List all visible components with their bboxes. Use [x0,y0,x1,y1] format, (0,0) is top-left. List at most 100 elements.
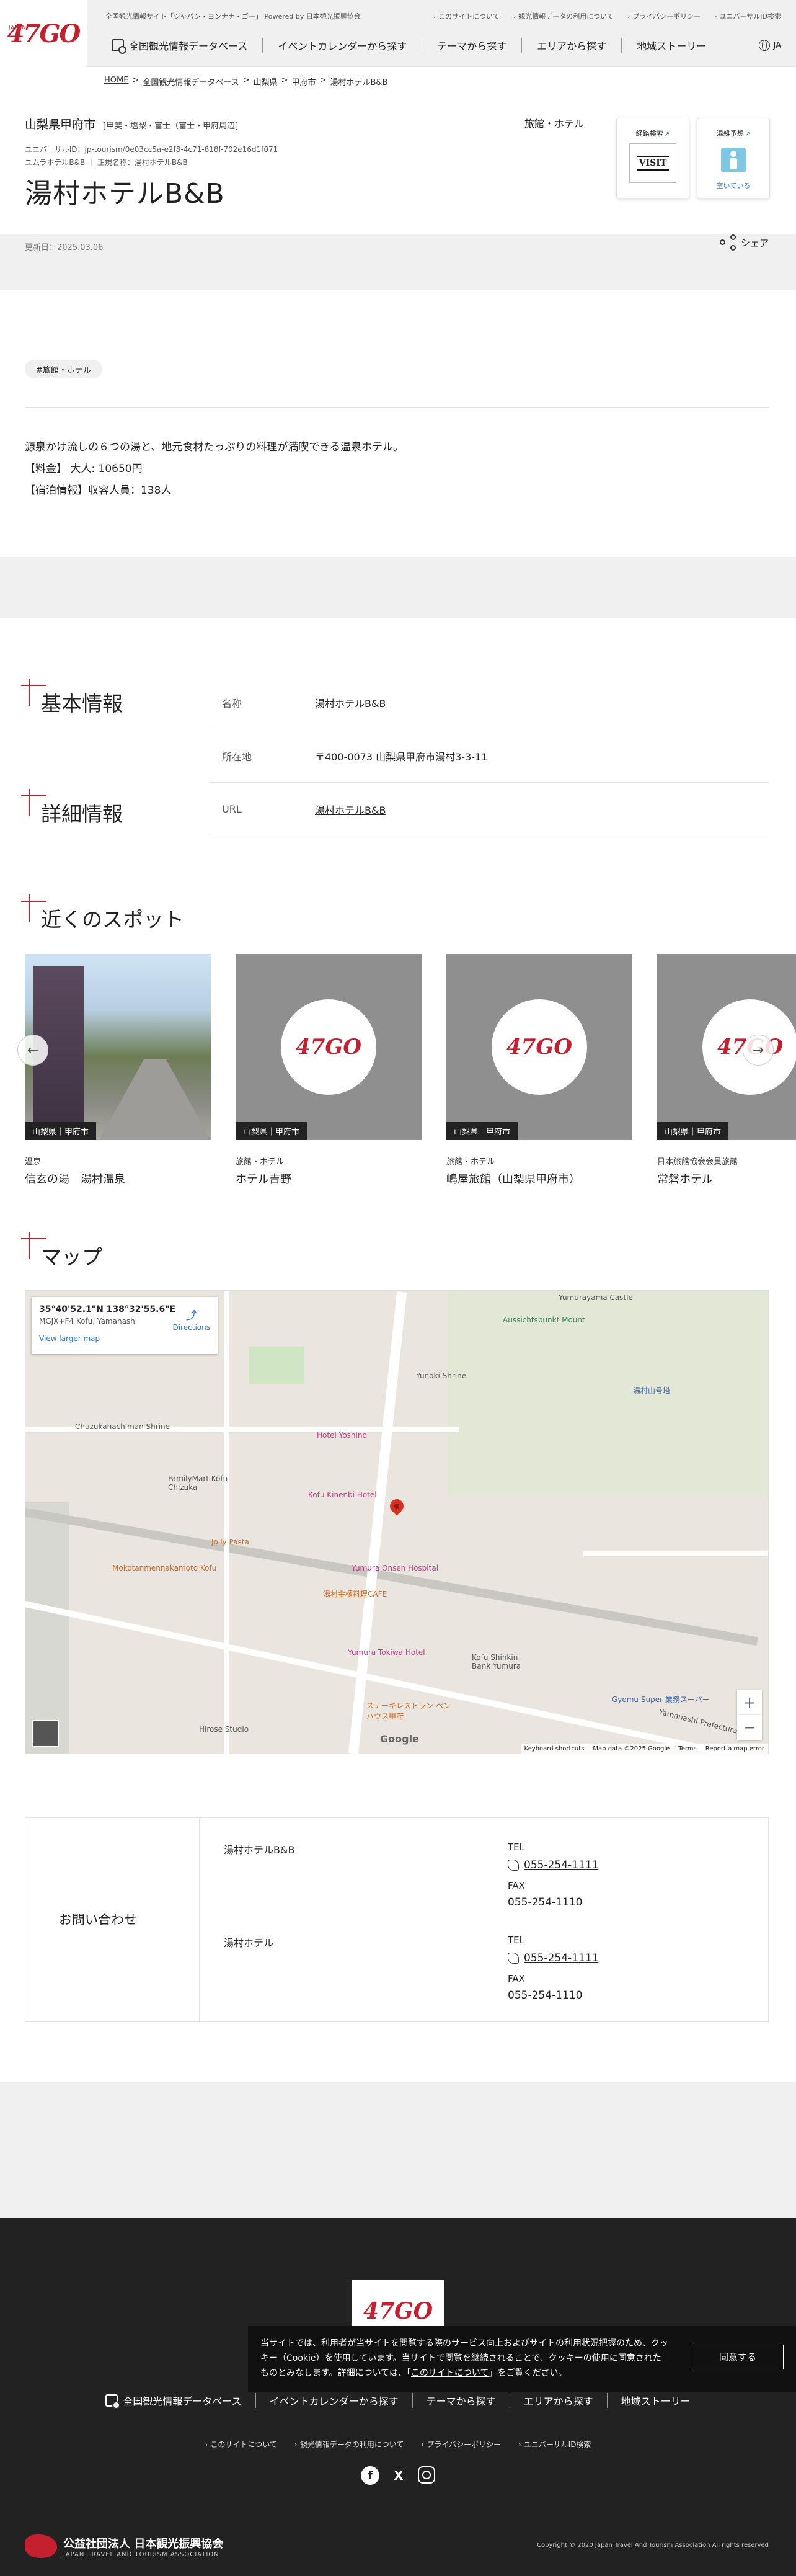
footer-nav-area[interactable]: エリアから探す [510,2393,608,2408]
footer-nav-story[interactable]: 地域ストーリー [608,2393,704,2408]
x-icon[interactable]: X [389,2466,408,2485]
map-label: Gyomu Super 業務スーパー [612,1695,710,1704]
site-logo[interactable]: JAPAN 47GO [0,0,87,67]
section-band [0,557,796,618]
footer-link-data-usage[interactable]: 観光情報データの利用について [294,2439,404,2449]
nearby-card[interactable]: 47GO 山梨県｜甲府市 旅館・ホテル 嶋屋旅館（山梨県甲府市） [446,954,632,1187]
contact-name: 湯村ホテルB&B [224,1844,295,1856]
facebook-icon[interactable]: f [361,2466,379,2485]
nearby-card-area: 山梨県｜甲府市 [446,1122,518,1140]
nav-event-calendar[interactable]: イベントカレンダーから探す [263,38,423,53]
fax-label: FAX [508,1973,525,1984]
info-row-url: URL 湯村ホテルB&B [210,783,769,836]
info-value: 湯村ホテルB&B [315,697,386,710]
visit-logo-text: VISIT [636,156,670,171]
keyboard-shortcuts-link[interactable]: Keyboard shortcuts [524,1745,585,1752]
nearby-card-category: 旅館・ホテル [446,1157,495,1167]
carousel-prev-button[interactable]: ← [17,1035,48,1066]
terms-link[interactable]: Terms [678,1745,696,1752]
route-search-badge[interactable]: 経路検索 VISIT [616,118,689,198]
tel-link[interactable]: 055-254-1111 [508,1859,598,1871]
updated-date: 更新日：2025.03.06 [25,243,104,252]
map-info-box: 35°40'52.1"N 138°32'55.6"E MGJX+F4 Kofu,… [32,1297,218,1354]
share-button[interactable]: シェア [719,234,769,251]
nearby-card-category: 旅館・ホテル [236,1157,285,1167]
directions-button[interactable]: ⤴ Directions [173,1307,210,1332]
nearby-card[interactable]: 47GO 山梨県｜甲府市 日本旅館協会会員旅館 常磐ホテル [657,954,796,1187]
nav-story[interactable]: 地域ストーリー [622,38,721,53]
footer-nav-event-calendar[interactable]: イベントカレンダーから探す [256,2393,413,2408]
detail-info-heading: 詳細情報 [21,789,123,827]
map-type-thumbnail[interactable] [32,1720,59,1747]
tel-link[interactable]: 055-254-1111 [508,1952,598,1964]
description-price: 【料金】 大人: 10650円 [25,463,143,475]
footer-nav-theme[interactable]: テーマから探す [413,2393,510,2408]
breadcrumb-city[interactable]: 甲府市 [292,76,316,87]
nav-database[interactable]: 全国観光情報データベース [112,38,263,54]
nearby-card-category: 日本旅館協会会員旅館 [657,1157,738,1167]
footer-link-universal-id[interactable]: ユニバーサルID検索 [518,2439,591,2449]
update-bar: 更新日：2025.03.06 シェア [0,234,796,290]
social-links: f X [0,2466,796,2485]
map-data-credit: Map data ©2025 Google [593,1745,670,1752]
share-label: シェア [740,237,769,249]
genre-tag[interactable]: #旅館・ホテル [25,360,102,378]
zoom-out-button[interactable]: − [737,1715,762,1740]
top-link-data-usage[interactable]: 観光情報データの利用について [513,11,614,21]
zoom-in-button[interactable]: + [737,1690,762,1715]
view-larger-map-link[interactable]: View larger map [39,1334,210,1343]
placeholder-logo: 47GO [296,1035,361,1059]
organization-logo[interactable]: 公益社団法人 日本観光振興協会 JAPAN TRAVEL AND TOURISM… [25,2534,223,2558]
crowd-forecast-badge[interactable]: 混雑予想 空いている [697,118,770,198]
report-error-link[interactable]: Report a map error [705,1745,764,1752]
phone-icon [508,1953,519,1964]
url-link[interactable]: 湯村ホテルB&B [315,802,386,817]
footer-link-privacy[interactable]: プライバシーポリシー [422,2439,501,2449]
nearby-card-area: 山梨県｜甲府市 [25,1122,97,1140]
carousel-next-button[interactable]: → [743,1035,774,1066]
footer-nav-database[interactable]: 全国観光情報データベース [92,2393,256,2409]
spot-region-sub: [甲斐・塩梨・富士（富士・甲府周辺] [103,122,239,131]
footer-link-about[interactable]: このサイトについて [205,2439,277,2449]
map-label: Yumurayama Castle [559,1293,633,1302]
spot-region: 山梨県甲府市 [甲斐・塩梨・富士（富士・甲府周辺] [25,115,238,132]
tel-number: 055-254-1111 [524,1859,599,1871]
nearby-card-name: 嶋屋旅館（山梨県甲府市） [446,1173,580,1186]
language-label: JA [773,40,782,50]
fax-number: 055-254-1110 [508,1896,583,1909]
basic-info-heading: 基本情報 [21,679,123,717]
basic-info-heading-text: 基本情報 [41,692,123,716]
cookie-text-end: 」をご覧ください。 [489,2368,567,2378]
crowd-forecast-caption: 空いている [716,182,751,190]
nearby-card[interactable]: 47GO 山梨県｜甲府市 旅館・ホテル ホテル吉野 [236,954,422,1187]
nav-area[interactable]: エリアから探す [522,38,622,53]
nav-theme[interactable]: テーマから探す [422,38,523,53]
cookie-about-link[interactable]: このサイトについて [411,2368,489,2378]
nearby-card-photo: 山梨県｜甲府市 [25,954,211,1140]
map-label: 湯村山号塔 [633,1386,671,1395]
top-link-privacy[interactable]: プライバシーポリシー [627,11,701,21]
location-pin-icon[interactable] [387,1496,407,1516]
cookie-agree-button[interactable]: 同意する [692,2345,784,2369]
breadcrumb-home[interactable]: HOME [104,76,128,87]
placeholder-logo: 47GO [506,1035,572,1059]
arrow-right-icon: → [752,1042,764,1058]
info-value: 〒400-0073 山梨県甲府市湯村3-3-11 [315,751,488,763]
directions-icon: ⤴ [185,1309,197,1322]
google-map[interactable]: Yumurayama Castle Aussichtspunkt Mount Y… [25,1290,769,1754]
footer-sub-links: このサイトについて 観光情報データの利用について プライバシーポリシー ユニバー… [0,2439,796,2449]
breadcrumb-database[interactable]: 全国観光情報データベース [143,76,239,87]
breadcrumb-prefecture[interactable]: 山梨県 [254,76,278,87]
map-label: Aussichtspunkt Mount [503,1316,585,1324]
map-label: 湯村金櫃料理CAFE [323,1590,387,1598]
map-label: Jolly Pasta [211,1538,249,1546]
instagram-icon[interactable] [418,2466,435,2484]
cookie-banner: 当サイトでは、利用者が当サイトを閲覧する際のサービス向上およびサイトの利用状況把… [248,2326,796,2392]
top-link-universal-id[interactable]: ユニバーサルID検索 [714,11,782,21]
nearby-card[interactable]: 山梨県｜甲府市 温泉 信玄の湯 湯村温泉 [25,954,211,1187]
nearby-card-placeholder: 47GO 山梨県｜甲府市 [657,954,796,1140]
language-switcher[interactable]: JA [758,40,782,51]
main-nav: 全国観光情報データベース イベントカレンダーから探す テーマから探す エリアから… [112,35,781,56]
cookie-text: 当サイトでは、利用者が当サイトを閲覧する際のサービス向上およびサイトの利用状況把… [260,2336,670,2381]
top-link-about[interactable]: このサイトについて [433,11,500,21]
